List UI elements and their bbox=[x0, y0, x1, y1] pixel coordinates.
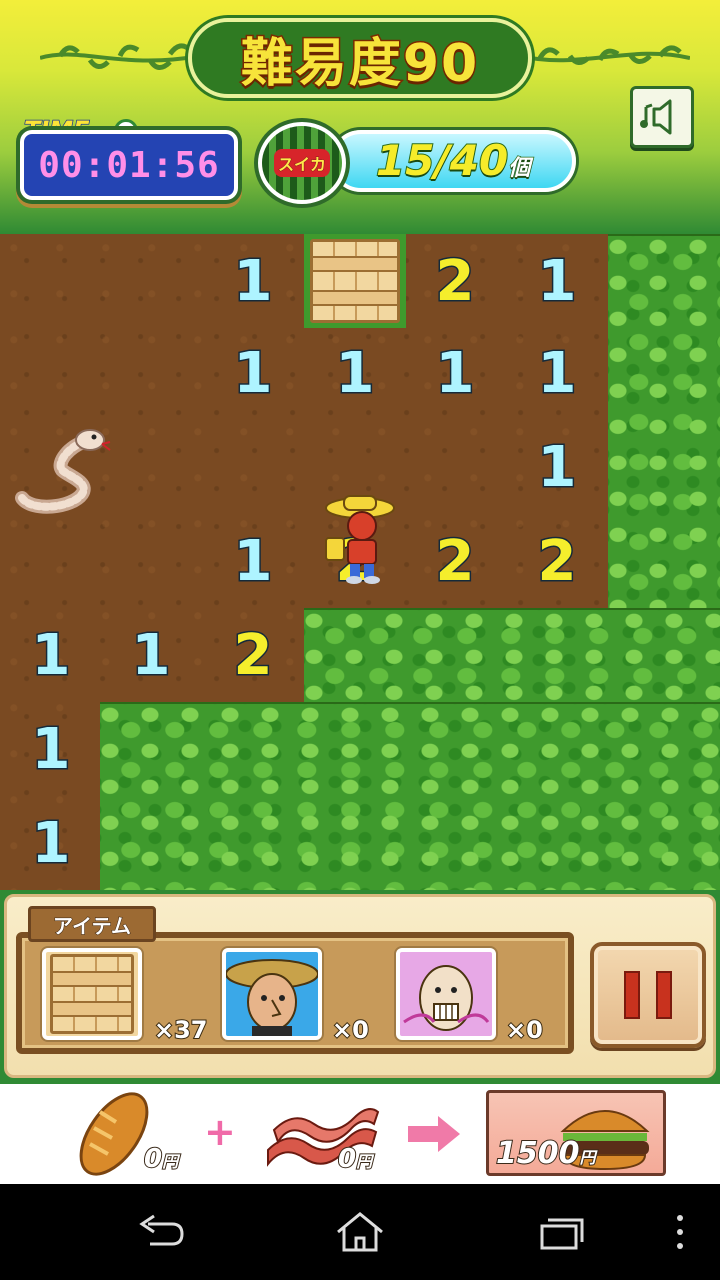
item-slot-bald-man[interactable] bbox=[396, 948, 496, 1040]
sound-speaker-icon bbox=[640, 99, 672, 135]
arrow-right-icon bbox=[408, 1116, 460, 1152]
game-board[interactable]: 12111111122211211 bbox=[0, 234, 720, 890]
unrevealed-grass-right[interactable] bbox=[608, 234, 720, 608]
game-header: 難易度90 TIME 00:01:56 15/40個 スイカ bbox=[0, 0, 720, 234]
plus-sign: + bbox=[204, 1110, 236, 1154]
left-vine-decoration bbox=[40, 43, 200, 70]
recent-apps-icon bbox=[540, 1218, 584, 1250]
wooden-crate-icon bbox=[310, 239, 400, 323]
difficulty-title: 難易度90 bbox=[239, 32, 480, 95]
timer-value: 00:01:56 bbox=[38, 144, 220, 186]
pause-icon-bar-left bbox=[624, 971, 640, 1019]
overflow-menu-icon bbox=[677, 1215, 683, 1249]
overflow-menu-button[interactable] bbox=[656, 1206, 704, 1258]
recent-apps-button[interactable] bbox=[530, 1206, 590, 1258]
number-cell: 2 bbox=[536, 527, 578, 595]
burger-price-yen: 円 bbox=[578, 1147, 596, 1168]
bald-man-portrait-icon bbox=[403, 965, 490, 1031]
number-cell: 2 bbox=[434, 247, 476, 315]
home-button[interactable] bbox=[330, 1206, 390, 1258]
number-cell: 1 bbox=[334, 339, 376, 407]
number-cell: 1 bbox=[536, 433, 578, 501]
snake-icon bbox=[15, 429, 111, 514]
number-cell: 2 bbox=[232, 621, 274, 689]
back-button[interactable] bbox=[130, 1206, 190, 1258]
crate-item-count: ×37 bbox=[153, 1015, 208, 1045]
burger-price: 1500円 bbox=[495, 1135, 597, 1172]
watermelon-count: 15/40個 bbox=[375, 135, 576, 188]
difficulty-title-plate: 難易度90 bbox=[188, 18, 532, 98]
farmer-item-count: ×0 bbox=[331, 1015, 370, 1045]
pause-button[interactable] bbox=[590, 942, 706, 1048]
item-panel-label: アイテム bbox=[28, 906, 156, 942]
home-icon bbox=[337, 1212, 383, 1252]
crate-item-icon bbox=[50, 954, 134, 1034]
number-cell: 1 bbox=[232, 339, 274, 407]
number-cell: 1 bbox=[30, 809, 72, 877]
number-cell: 1 bbox=[30, 621, 72, 689]
bacon-price-value: 0 bbox=[337, 1143, 357, 1175]
number-cell: 1 bbox=[232, 247, 274, 315]
bread-price-yen: 円 bbox=[161, 1151, 179, 1172]
right-vine-decoration bbox=[520, 45, 690, 65]
watermelon-icon: スイカ bbox=[262, 126, 342, 200]
unrevealed-grass-middle[interactable] bbox=[304, 608, 720, 702]
bread-price: 0円 bbox=[143, 1143, 179, 1175]
crate-cell[interactable] bbox=[304, 234, 406, 328]
bread-price-value: 0 bbox=[143, 1143, 163, 1175]
burger-price-value: 1500 bbox=[495, 1135, 580, 1172]
farmer-portrait-icon bbox=[226, 959, 318, 1036]
number-cell: 1 bbox=[30, 715, 72, 783]
timer-display: 00:01:56 bbox=[20, 130, 238, 200]
number-cell: 1 bbox=[536, 339, 578, 407]
back-icon bbox=[139, 1214, 184, 1246]
watermelon-badge: スイカ bbox=[254, 118, 350, 208]
player-farmer-icon bbox=[325, 495, 395, 584]
number-cell: 1 bbox=[434, 339, 476, 407]
unrevealed-grass-bottom[interactable] bbox=[100, 702, 720, 890]
sound-toggle-button[interactable] bbox=[630, 86, 694, 148]
bacon-price-yen: 円 bbox=[355, 1151, 373, 1172]
bacon-price: 0円 bbox=[337, 1143, 373, 1175]
item-slot-crate[interactable] bbox=[42, 948, 142, 1040]
watermelon-count-unit: 個 bbox=[507, 155, 531, 182]
watermelon-count-value: 15/40 bbox=[375, 135, 509, 186]
item-slot-farmer[interactable] bbox=[222, 948, 322, 1040]
number-cell: 1 bbox=[536, 247, 578, 315]
bald-man-item-count: ×0 bbox=[505, 1015, 544, 1045]
pause-icon-bar-right bbox=[656, 971, 672, 1019]
number-cell: 2 bbox=[434, 527, 476, 595]
watermelon-label: スイカ bbox=[273, 149, 330, 177]
number-cell: 1 bbox=[130, 621, 172, 689]
number-cell: 1 bbox=[232, 527, 274, 595]
